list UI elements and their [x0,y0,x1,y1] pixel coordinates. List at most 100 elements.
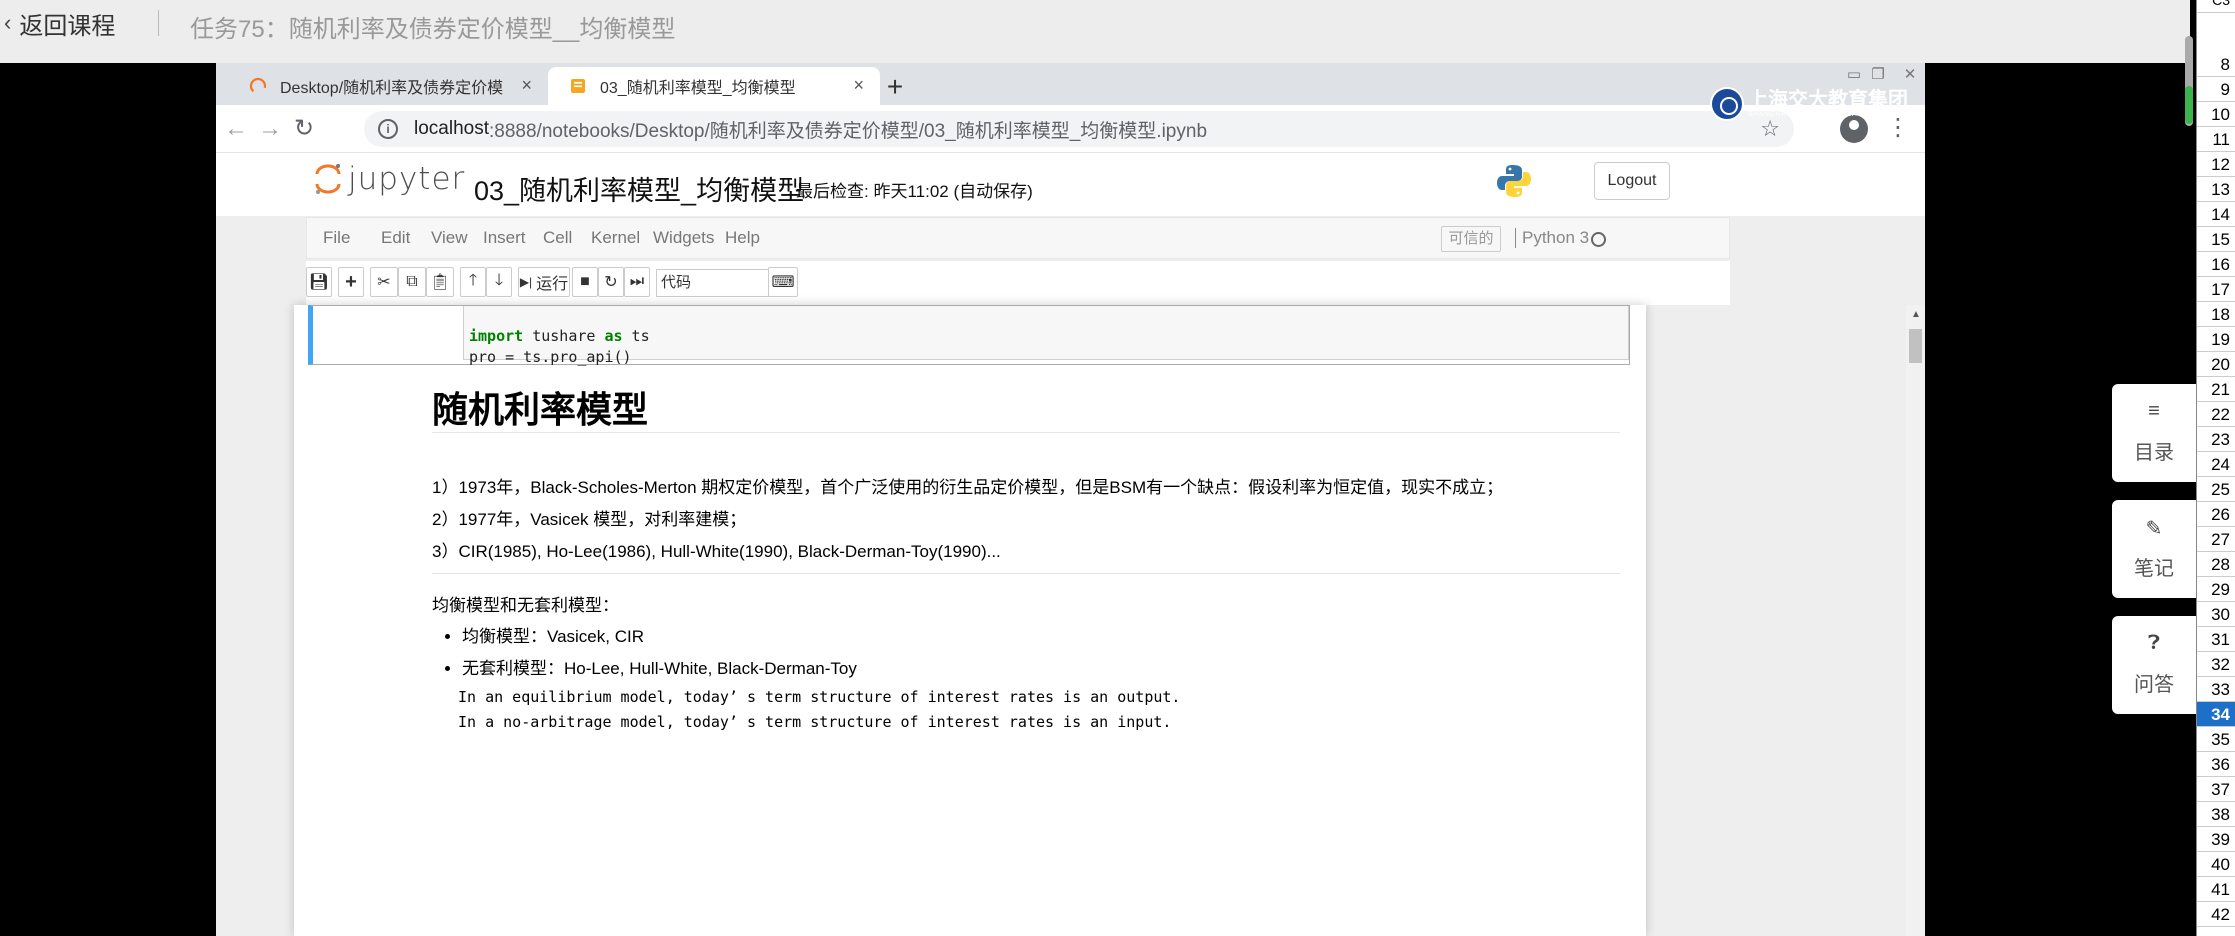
tab-desktop[interactable]: Desktop/随机利率及债券定价模 × [228,67,548,105]
stop-icon[interactable]: ■ [572,267,598,297]
cut-icon[interactable]: ✂ [370,267,398,297]
menu-insert[interactable]: Insert [483,228,526,248]
url-input[interactable]: i localhost:8888/notebooks/Desktop/随机利率及… [364,111,1794,147]
line-number[interactable]: 23 [2197,427,2235,452]
run-label: 运行 [536,276,569,293]
url-host: localhost [414,118,489,139]
line-number[interactable]: 32 [2197,652,2235,677]
code-text: tushare [523,327,605,345]
save-icon[interactable]: 💾︎ [306,267,332,297]
line-number[interactable]: 33 [2197,677,2235,702]
insert-cell-icon[interactable]: + [338,267,364,297]
notebook-title[interactable]: 03_随机利率模型_均衡模型 [474,169,804,208]
line-number[interactable]: 17 [2197,277,2235,302]
markdown-paragraph: 均衡模型和无套利模型： [432,596,619,615]
line-number[interactable]: 25 [2197,477,2235,502]
line-number[interactable]: 29 [2197,577,2235,602]
move-up-icon[interactable]: 🡑 [460,267,486,297]
page-scrollbar[interactable]: ▲ [1906,305,1925,936]
line-number[interactable]: 15 [2197,227,2235,252]
trusted-indicator[interactable]: 可信的 [1441,226,1501,252]
line-number[interactable]: 36 [2197,752,2235,777]
line-number[interactable]: 24 [2197,452,2235,477]
cell-type-value: 代码 [661,274,692,291]
menu-cell[interactable]: Cell [543,228,572,248]
logout-button[interactable]: Logout [1594,162,1670,200]
close-window-icon[interactable]: ✕ [1896,63,1924,87]
menu-edit[interactable]: Edit [381,228,410,248]
line-number[interactable]: 11 [2197,127,2235,152]
list-icon: ≡ [2148,400,2160,422]
line-number[interactable]: 13 [2197,177,2235,202]
tab-notebook[interactable]: 03_随机利率模型_均衡模型 × [548,67,880,105]
line-number[interactable]: 8 [2197,52,2235,77]
menu-kernel[interactable]: Kernel [591,228,640,248]
move-down-icon[interactable]: 🡓 [486,267,512,297]
line-number[interactable]: 10 [2197,102,2235,127]
markdown-heading: 随机利率模型 [432,389,649,430]
line-number[interactable]: 16 [2197,252,2235,277]
line-number[interactable]: 40 [2197,852,2235,877]
code-keyword: import [469,327,524,345]
line-number[interactable]: 35 [2197,727,2235,752]
back-arrow-icon[interactable]: ← [220,113,252,145]
line-number[interactable]: 42 [2197,902,2235,927]
paste-icon[interactable]: 📋︎ [426,267,454,297]
menu-view[interactable]: View [431,228,468,248]
fast-forward-icon[interactable]: ⏭︎ [624,267,650,297]
line-number[interactable]: 28 [2197,552,2235,577]
code-editor[interactable]: import tushare as ts pro = ts.pro_api() [463,306,1629,366]
jupyter-header: jupyter 03_随机利率模型_均衡模型 最后检查: 昨天11:02 (自动… [216,153,1925,216]
reload-icon[interactable]: ↻ [288,113,320,145]
pre-line: In a no-arbitrage model, today’ s term s… [458,713,1172,731]
scroll-up-icon[interactable]: ▲ [1911,309,1921,320]
side-qa-button[interactable]: ❓︎ 问答 [2112,616,2196,714]
line-number[interactable]: 19 [2197,327,2235,352]
info-icon[interactable]: i [378,119,398,139]
run-icon: ▶︎| [519,275,533,289]
line-number[interactable]: 12 [2197,152,2235,177]
jupyter-logo[interactable]: jupyter [314,161,465,197]
course-task-title: 任务75：随机利率及债券定价模型__均衡模型 [190,16,676,43]
line-number[interactable]: 39 [2197,827,2235,852]
back-to-course-button[interactable]: ‹ 返回课程 [4,6,115,40]
tab-strip: Desktop/随机利率及债券定价模 × 03_随机利率模型_均衡模型 × + … [216,63,1925,105]
line-number[interactable]: 41 [2197,877,2235,902]
close-tab-icon[interactable]: × [521,75,532,96]
side-notes-button[interactable]: ✎ 笔记 [2112,500,2196,598]
run-button[interactable]: ▶︎| 运行 [518,267,570,297]
close-tab-icon[interactable]: × [853,75,864,96]
code-cell[interactable]: import tushare as ts pro = ts.pro_api() [308,305,1630,366]
line-number[interactable]: 27 [2197,527,2235,552]
new-tab-button[interactable]: + [880,73,910,103]
side-toc-button[interactable]: ≡ 目录 [2112,384,2196,482]
line-number[interactable]: 22 [2197,402,2235,427]
line-number[interactable]: 21 [2197,377,2235,402]
divider [432,432,1620,433]
line-number[interactable]: 31 [2197,627,2235,652]
line-number[interactable]: 26 [2197,502,2235,527]
side-panel-label: 问答 [2134,674,2174,696]
line-number[interactable]: 9 [2197,77,2235,102]
line-number[interactable]: 20 [2197,352,2235,377]
copy-icon[interactable]: ⧉ [398,267,426,297]
tab-label: 03_随机利率模型_均衡模型 [600,80,796,97]
keyboard-icon[interactable]: ⌨ [768,267,798,297]
menu-widgets[interactable]: Widgets [653,228,714,248]
tab-label: Desktop/随机利率及债券定价模 [280,80,504,97]
restart-icon[interactable]: ↻ [598,267,624,297]
scrollbar-thumb[interactable] [1909,329,1922,363]
line-scrollbar[interactable] [2185,36,2193,126]
line-number[interactable]: 18 [2197,302,2235,327]
line-number[interactable]: 38 [2197,802,2235,827]
line-number-active[interactable]: 34 [2197,702,2235,727]
restore-icon[interactable]: ❐ [1864,63,1892,87]
forward-arrow-icon[interactable]: → [254,113,286,145]
line-number[interactable]: 14 [2197,202,2235,227]
menu-file[interactable]: File [323,228,350,248]
line-number: C3 [2197,0,2235,13]
watermark-en: SHANGHAI JIAO DA EDUCATION GROUP [1748,111,1900,118]
line-number[interactable]: 37 [2197,777,2235,802]
line-number[interactable]: 30 [2197,602,2235,627]
menu-help[interactable]: Help [725,228,760,248]
